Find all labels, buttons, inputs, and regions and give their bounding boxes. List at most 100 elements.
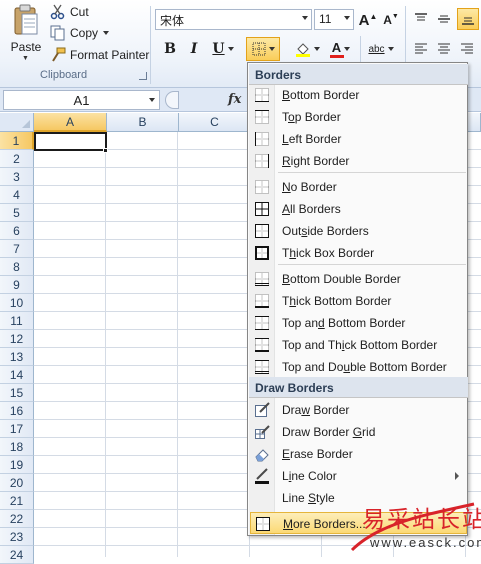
shrink-font-label: A (383, 13, 392, 27)
fill-color-button[interactable] (290, 38, 324, 60)
scissors-icon (50, 4, 65, 20)
row-header[interactable]: 9 (0, 276, 34, 294)
menu-item-top-and-thick-bottom-border[interactable]: Top and Thick Bottom Border (250, 334, 467, 356)
row-header[interactable]: 3 (0, 168, 34, 186)
row-header[interactable]: 5 (0, 204, 34, 222)
menu-item-draw-border-grid[interactable]: Draw Border Grid (250, 421, 467, 443)
row-header[interactable]: 16 (0, 402, 34, 420)
row-header[interactable]: 18 (0, 438, 34, 456)
formula-bar-handle[interactable] (165, 91, 179, 109)
menu-separator (278, 264, 466, 265)
row-header[interactable]: 22 (0, 510, 34, 528)
row-header[interactable]: 23 (0, 528, 34, 546)
menu-item-outside-borders[interactable]: Outside Borders (250, 220, 467, 242)
chevron-down-icon[interactable] (268, 47, 275, 51)
align-middle-button[interactable] (434, 8, 454, 30)
row-header[interactable]: 2 (0, 150, 34, 168)
row-header[interactable]: 4 (0, 186, 34, 204)
row-header[interactable]: 13 (0, 348, 34, 366)
menu-item-bottom-double-border[interactable]: Bottom Double Border (250, 268, 467, 290)
column-header-a[interactable]: A (34, 113, 107, 132)
row-header[interactable]: 20 (0, 474, 34, 492)
paste-button[interactable]: Paste ▼ (4, 2, 48, 64)
row-header[interactable]: 7 (0, 240, 34, 258)
bottom-border-icon (254, 87, 270, 103)
row-header[interactable]: 21 (0, 492, 34, 510)
erase-border-icon (254, 446, 270, 462)
row-header[interactable]: 14 (0, 366, 34, 384)
align-center-button[interactable] (434, 38, 454, 60)
row-header[interactable]: 15 (0, 384, 34, 402)
menu-item-bottom-border[interactable]: Bottom Border (250, 84, 467, 106)
chevron-down-icon[interactable] (103, 31, 110, 35)
menu-item-no-border[interactable]: No Border (250, 176, 467, 198)
column-header-b[interactable]: B (107, 113, 179, 132)
chevron-down-icon[interactable] (344, 16, 350, 20)
fill-handle[interactable] (103, 148, 108, 153)
chevron-down-icon[interactable] (387, 47, 394, 51)
chevron-down-icon[interactable]: ▼ (22, 55, 29, 62)
menu-item-label: Line Color (282, 469, 337, 483)
chevron-down-icon[interactable] (302, 16, 308, 20)
copy-label: Copy (70, 26, 99, 40)
font-name-select[interactable]: 宋体 (155, 9, 312, 30)
chevron-down-icon[interactable] (344, 47, 351, 51)
active-cell[interactable] (34, 132, 107, 151)
shrink-font-button[interactable]: A ▼ (381, 9, 401, 31)
font-color-button[interactable]: A (326, 38, 356, 60)
row-header[interactable]: 12 (0, 330, 34, 348)
watermark-url: www.easck.com (370, 535, 481, 550)
dialog-launcher-icon[interactable] (139, 72, 147, 80)
menu-item-label: Top and Double Bottom Border (282, 360, 447, 374)
grow-font-button[interactable]: A ▲ (358, 9, 378, 31)
bold-button[interactable]: B (160, 38, 180, 60)
borders-header: Borders (249, 64, 468, 85)
borders-menu: Borders Bottom Border Top Border Left Bord… (247, 62, 468, 536)
row-header[interactable]: 8 (0, 258, 34, 276)
font-size-select[interactable]: 11 (314, 9, 354, 30)
menu-item-left-border[interactable]: Left Border (250, 128, 467, 150)
name-box[interactable]: A1 (3, 90, 160, 110)
cut-button[interactable]: Cut (50, 3, 89, 21)
chevron-down-icon[interactable] (227, 47, 234, 51)
menu-item-thick-box-border[interactable]: Thick Box Border (250, 242, 467, 264)
menu-item-thick-bottom-border[interactable]: Thick Bottom Border (250, 290, 467, 312)
align-left-button[interactable] (411, 38, 431, 60)
group-divider (360, 36, 361, 62)
row-header[interactable]: 10 (0, 294, 34, 312)
bold-label: B (164, 41, 176, 57)
select-all-button[interactable] (0, 113, 34, 132)
menu-item-line-color[interactable]: Line Color (250, 465, 467, 487)
align-top-button[interactable] (411, 8, 431, 30)
top-border-icon (254, 109, 270, 125)
menu-item-erase-border[interactable]: Erase Border (250, 443, 467, 465)
row-header[interactable]: 1 (0, 132, 34, 150)
row-header[interactable]: 19 (0, 456, 34, 474)
chevron-down-icon[interactable] (313, 47, 320, 51)
borders-button[interactable] (246, 37, 280, 61)
italic-button[interactable]: I (184, 38, 204, 60)
insert-function-button[interactable]: fx (228, 92, 241, 107)
menu-item-draw-border[interactable]: Draw Border (250, 399, 467, 421)
fill-color-icon (295, 43, 310, 57)
menu-item-all-borders[interactable]: All Borders (250, 198, 467, 220)
top-thick-bottom-border-icon (254, 337, 270, 353)
align-right-button[interactable] (457, 38, 477, 60)
row-header[interactable]: 17 (0, 420, 34, 438)
format-painter-button[interactable]: Format Painter (50, 46, 149, 64)
row-header[interactable]: 11 (0, 312, 34, 330)
chevron-down-icon[interactable] (149, 98, 155, 102)
menu-item-top-and-bottom-border[interactable]: Top and Bottom Border (250, 312, 467, 334)
menu-item-top-border[interactable]: Top Border (250, 106, 467, 128)
menu-item-top-and-double-bottom-border[interactable]: Top and Double Bottom Border (250, 356, 467, 378)
row-header[interactable]: 6 (0, 222, 34, 240)
menu-item-right-border[interactable]: Right Border (250, 150, 467, 172)
copy-button[interactable]: Copy (50, 24, 110, 42)
column-header-c[interactable]: C (179, 113, 251, 132)
row-header[interactable]: 24 (0, 546, 34, 564)
all-borders-icon (254, 201, 270, 217)
draw-border-icon (254, 402, 270, 418)
align-bottom-button[interactable] (457, 8, 479, 30)
orientation-button[interactable]: abc (364, 38, 398, 60)
underline-button[interactable]: U (207, 38, 239, 60)
